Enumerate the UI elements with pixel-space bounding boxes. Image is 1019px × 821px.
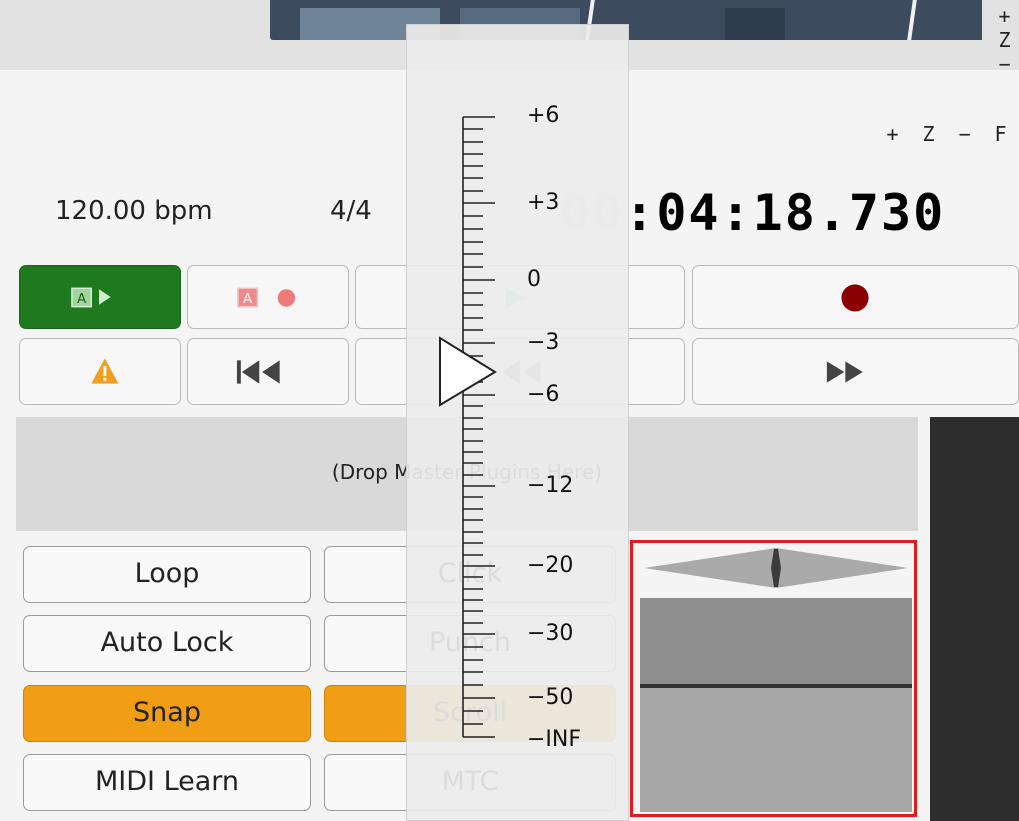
scale-label: −INF [527, 727, 582, 752]
scale-label: +3 [527, 190, 560, 215]
auto-record-button[interactable]: A [187, 265, 349, 329]
svg-text:A: A [243, 291, 253, 307]
horizontal-zoom-controls: + Z − F [875, 122, 1019, 152]
warning-icon [91, 358, 119, 384]
timeline-divider [907, 0, 917, 40]
auto-lock-toggle[interactable]: Auto Lock [23, 615, 311, 672]
goto-start-button[interactable] [187, 338, 349, 405]
monitor-level-line[interactable] [640, 684, 912, 688]
snap-toggle[interactable]: Snap [23, 685, 311, 742]
scale-label: −3 [527, 330, 560, 355]
warning-button[interactable] [19, 338, 181, 405]
gain-fader-popup[interactable]: +6 +3 0 −3 −6 −12 −20 −30 −50 −INF [406, 24, 629, 821]
zoom-out-button[interactable]: − [947, 122, 983, 146]
scale-label: −30 [527, 621, 574, 646]
rewind-to-start-icon [236, 360, 280, 384]
meter-display[interactable]: 4/4 [330, 196, 372, 226]
zoom-fit-button[interactable]: F [983, 122, 1019, 146]
midi-learn-toggle[interactable]: MIDI Learn [23, 754, 311, 811]
vertical-zoom-controls: + Z − [990, 4, 1019, 114]
timeline-region [725, 8, 785, 40]
record-button[interactable] [692, 265, 1019, 329]
auto-play-icon: A [71, 287, 111, 308]
svg-text:A: A [77, 291, 87, 307]
zoom-in-vertical-button[interactable]: + [990, 4, 1019, 28]
zoom-out-vertical-button[interactable]: − [990, 52, 1019, 76]
scale-label: −6 [527, 382, 560, 407]
auto-play-button[interactable]: A [19, 265, 181, 329]
scale-label: 0 [527, 267, 541, 292]
scale-label: −12 [527, 473, 574, 498]
zoom-reset-button[interactable]: Z [911, 122, 947, 146]
monitor-pan-slider[interactable] [640, 545, 912, 595]
fast-forward-button[interactable] [692, 338, 1019, 405]
tempo-display[interactable]: 120.00 bpm [55, 196, 213, 226]
fast-forward-icon [826, 361, 863, 383]
monitor-level-upper [640, 598, 912, 688]
scale-label: −50 [527, 685, 574, 710]
clock-time: :04:18.730 [624, 184, 946, 242]
zoom-reset-vertical-button[interactable]: Z [990, 28, 1019, 52]
loop-toggle[interactable]: Loop [23, 546, 311, 603]
auto-record-icon: A [237, 287, 296, 308]
record-icon [841, 284, 869, 312]
zoom-in-button[interactable]: + [875, 122, 911, 146]
fader-scale [439, 116, 497, 738]
dark-side-panel [930, 417, 1019, 821]
monitor-level-lower [640, 688, 912, 812]
scale-label: +6 [527, 103, 560, 128]
scale-label: −20 [527, 553, 574, 578]
